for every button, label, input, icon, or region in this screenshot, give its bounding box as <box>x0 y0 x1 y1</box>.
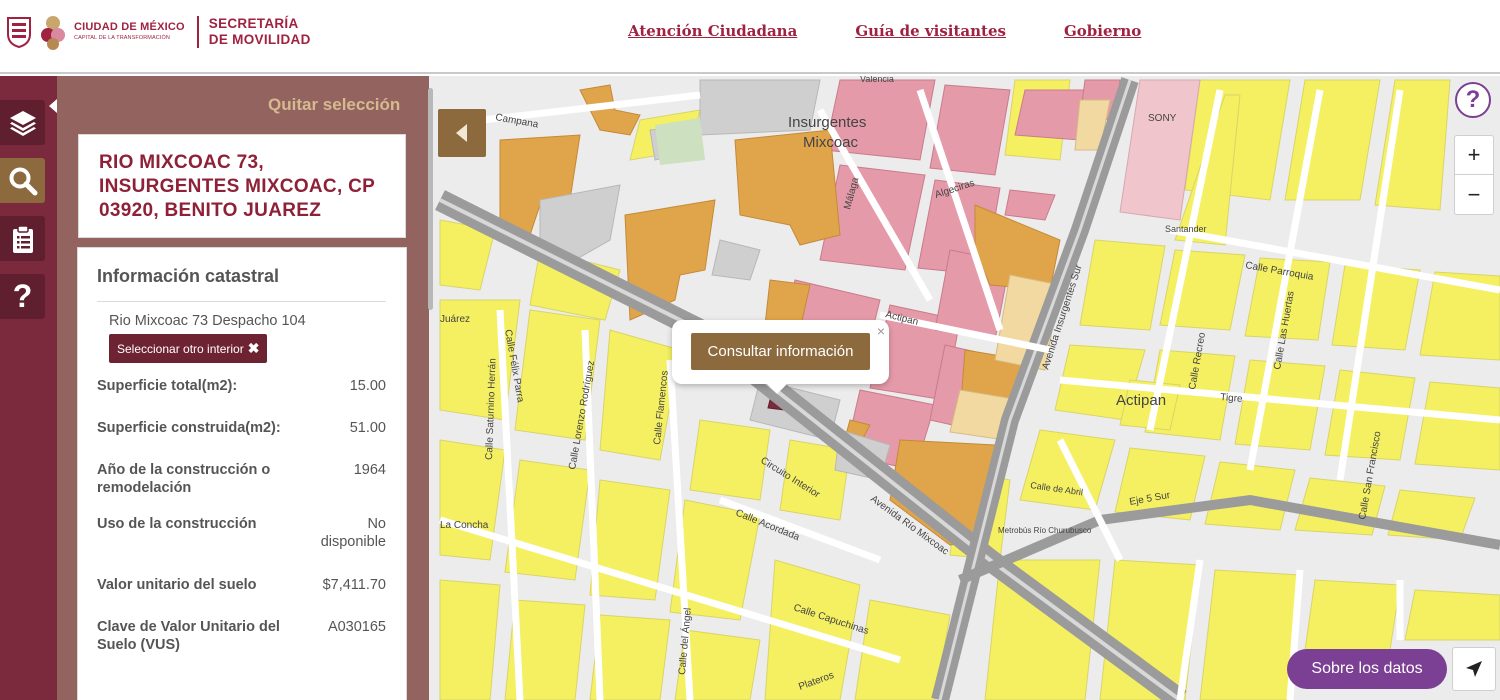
logo-divider <box>196 16 199 48</box>
address-text: RIO MIXCOAC 73, INSURGENTES MIXCOAC, CP … <box>99 152 375 221</box>
semovi-wordmark: SECRETARÍA DE MOVILIDAD <box>209 16 311 48</box>
address-card: RIO MIXCOAC 73, INSURGENTES MIXCOAC, CP … <box>78 134 406 238</box>
layers-button[interactable] <box>0 100 45 145</box>
popup-close-icon[interactable]: × <box>877 323 885 339</box>
row-value: 51.00 <box>349 420 386 436</box>
nav-atencion-ciudadana[interactable]: Atención Ciudadana <box>628 22 797 40</box>
row-label: Superficie construida(m2): <box>97 420 281 436</box>
cdmx-wordmark: CIUDAD DE MÉXICO CAPITAL DE LA TRANSFORM… <box>74 22 185 42</box>
cdmx-emblem-icon <box>41 16 65 50</box>
left-rail: ? <box>0 76 57 700</box>
park <box>655 118 705 165</box>
popup-tip <box>767 384 787 394</box>
search-icon <box>9 167 37 195</box>
panel-scrollbar[interactable] <box>428 88 433 310</box>
label-insurgentes: Insurgentes <box>788 114 866 131</box>
layers-icon <box>9 110 36 136</box>
top-header: CIUDAD DE MÉXICO CAPITAL DE LA TRANSFORM… <box>0 0 1500 74</box>
info-rows: Superficie total(m2): 15.00 Superficie c… <box>97 377 386 654</box>
panel-caret-icon <box>49 99 57 113</box>
cdmx-line2: CAPITAL DE LA TRANSFORMACIÓN <box>74 35 170 42</box>
label-metrobus: Metrobús Río Churubusco <box>998 526 1092 535</box>
row-label: Valor unitario del suelo <box>97 577 257 593</box>
label-sony: SONY <box>1148 113 1177 124</box>
row-label: Superficie total(m2): <box>97 378 238 394</box>
label-actipan: Actipan <box>1116 392 1166 409</box>
row-value: No disponible <box>320 516 386 550</box>
semovi-line1: SECRETARÍA <box>208 16 299 31</box>
row-value: 15.00 <box>349 378 386 394</box>
zoom-control: + − <box>1454 135 1494 215</box>
logo-group[interactable]: CIUDAD DE MÉXICO CAPITAL DE LA TRANSFORM… <box>6 12 311 52</box>
row-label: Año de la construcción o remodelación <box>97 462 271 496</box>
close-icon: ✖ <box>247 340 260 356</box>
report-button[interactable] <box>0 216 45 261</box>
map-popup: × Consultar información <box>672 320 889 384</box>
help-icon: ? <box>12 278 33 314</box>
label-juarez: Juárez <box>440 314 470 325</box>
quitar-seleccion-link[interactable]: Quitar selección <box>268 95 400 115</box>
info-title: Información catastral <box>97 266 386 302</box>
cdmx-line1: CIUDAD DE MÉXICO <box>74 21 185 34</box>
row-superficie-total: Superficie total(m2): 15.00 <box>97 377 386 395</box>
sobre-los-datos-button[interactable]: Sobre los datos <box>1287 649 1447 689</box>
label-tigre: Tigre <box>1220 392 1244 405</box>
row-value: $7,411.70 <box>322 577 386 593</box>
label-santander: Santander <box>1165 224 1207 234</box>
row-label: Clave de Valor Unitario del Suelo (VUS) <box>97 619 280 653</box>
search-button[interactable] <box>0 158 45 203</box>
row-uso-construccion: Uso de la construcción No disponible <box>97 515 386 551</box>
locate-button[interactable] <box>1452 647 1496 691</box>
semovi-line2: DE MOVILIDAD <box>208 32 311 47</box>
row-superficie-construida: Superficie construida(m2): 51.00 <box>97 419 386 437</box>
row-clave-vus: Clave de Valor Unitario del Suelo (VUS) … <box>97 618 386 654</box>
navigation-arrow-icon <box>1466 661 1482 677</box>
nav-gobierno[interactable]: Gobierno <box>1064 22 1141 40</box>
clipboard-icon <box>12 224 33 253</box>
cadastral-info-card: Información catastral Rio Mixcoac 73 Des… <box>77 247 407 700</box>
row-value: A030165 <box>327 619 386 635</box>
nav-guia-visitantes[interactable]: Guía de visitantes <box>855 22 1006 40</box>
row-label: Uso de la construcción <box>97 516 257 532</box>
consultar-informacion-button[interactable]: Consultar información <box>691 333 870 370</box>
select-other-interior-button[interactable]: Seleccionar otro interior ✖ <box>109 334 268 363</box>
help-button[interactable]: ? <box>0 274 45 319</box>
zoom-in-button[interactable]: + <box>1455 136 1493 175</box>
chevron-left-icon <box>456 124 467 142</box>
cdmx-shield-icon <box>7 17 31 48</box>
label-mixcoac: Mixcoac <box>803 134 859 151</box>
zoom-out-button[interactable]: − <box>1455 175 1493 214</box>
row-value: 1964 <box>353 462 386 478</box>
interior-name: Rio Mixcoac 73 Despacho 104 <box>109 313 306 329</box>
label-valencia: Valencia <box>860 76 894 84</box>
row-valor-unitario: Valor unitario del suelo $7,411.70 <box>97 576 386 594</box>
label-la-concha: La Concha <box>440 520 489 531</box>
row-anio-construccion: Año de la construcción o remodelación 19… <box>97 461 386 497</box>
map-help-button[interactable]: ? <box>1455 82 1491 118</box>
top-nav: Atención Ciudadana Guía de visitantes Go… <box>628 22 1199 40</box>
collapse-panel-button[interactable] <box>438 109 486 157</box>
select-other-interior-label: Seleccionar otro interior <box>117 341 244 356</box>
